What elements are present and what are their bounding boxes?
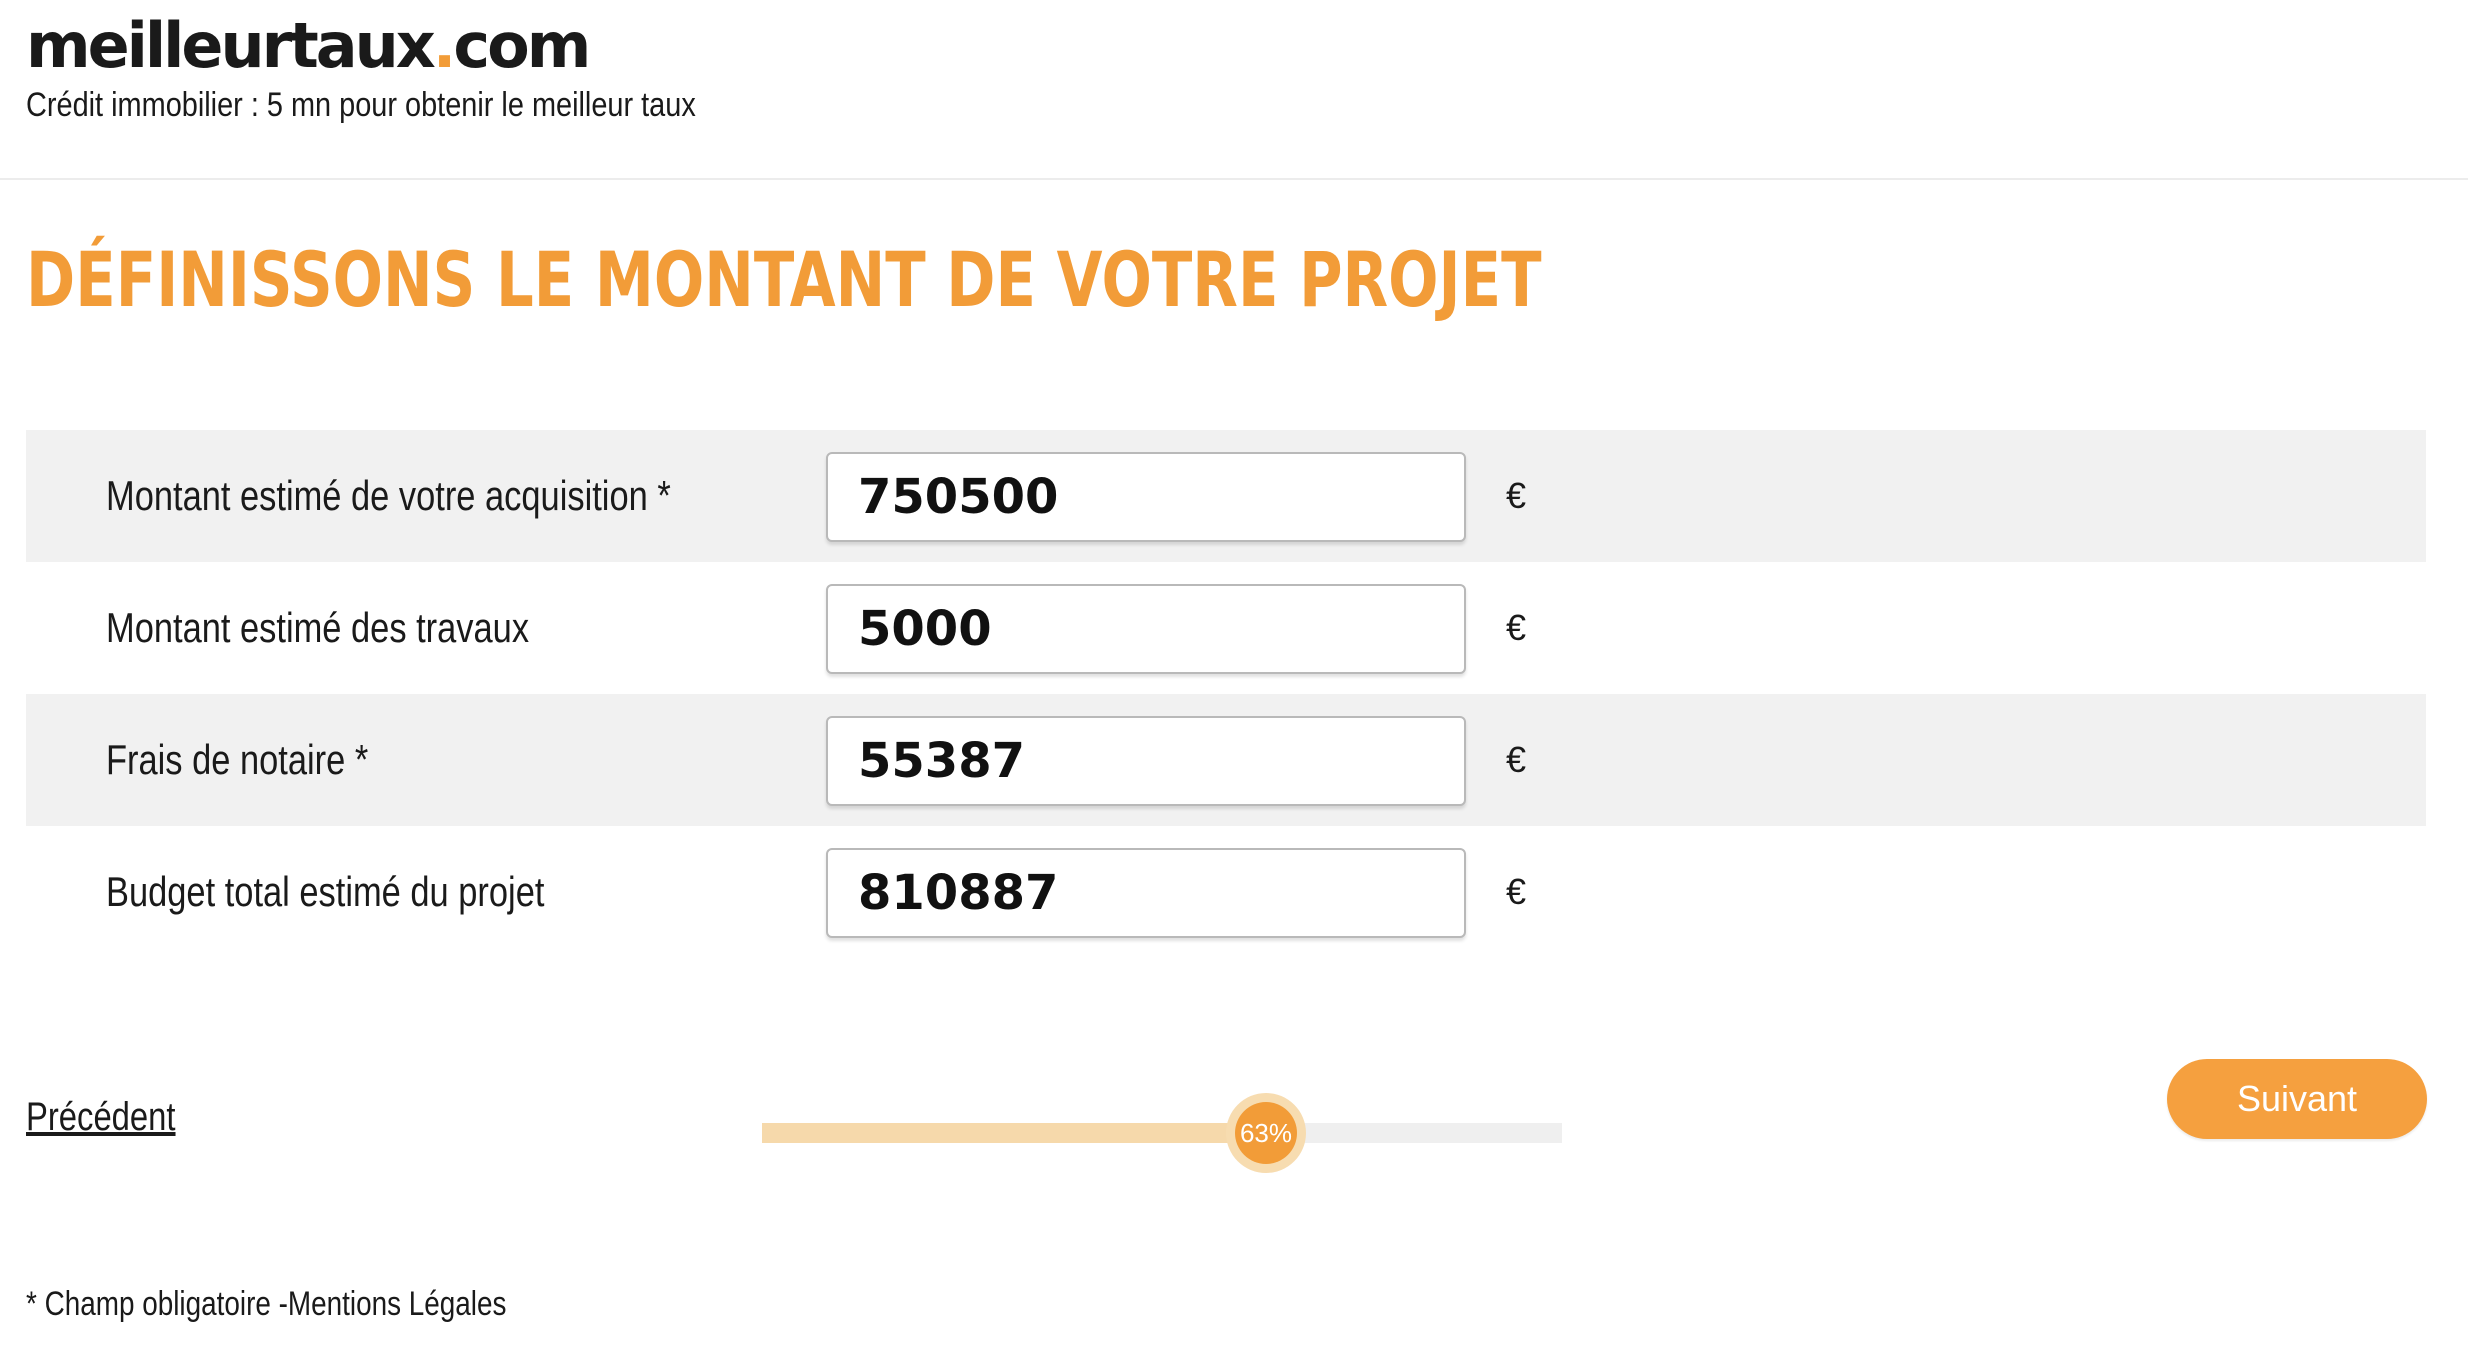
form-row-acquisition: Montant estimé de votre acquisition * €: [26, 430, 2426, 562]
previous-link[interactable]: Précédent: [26, 1095, 176, 1140]
works-currency: €: [1506, 607, 1527, 648]
form-row-total: Budget total estimé du projet €: [26, 826, 2426, 958]
progress-percent-label: 63%: [1235, 1102, 1297, 1164]
page-title: DÉFINISSONS LE MONTANT DE VOTRE PROJET: [26, 235, 1542, 324]
form-row-notary: Frais de notaire * €: [26, 694, 2426, 826]
acquisition-amount-input[interactable]: [826, 452, 1466, 542]
site-tagline: Crédit immobilier : 5 mn pour obtenir le…: [26, 86, 696, 124]
acquisition-currency: €: [1506, 475, 1527, 516]
next-button[interactable]: Suivant: [2167, 1059, 2427, 1139]
site-header: meilleurtaux.com Crédit immobilier : 5 m…: [0, 0, 2468, 180]
footer-note[interactable]: * Champ obligatoire -Mentions Légales: [26, 1285, 506, 1324]
logo-dot: .: [432, 9, 457, 82]
notary-fees-input[interactable]: [826, 716, 1466, 806]
total-currency: €: [1506, 871, 1527, 912]
site-logo[interactable]: meilleurtaux.com: [26, 6, 591, 86]
total-budget-label: Budget total estimé du projet: [106, 868, 545, 915]
works-label: Montant estimé des travaux: [106, 604, 530, 651]
logo-main: meilleurtaux: [26, 9, 436, 82]
logo-tld: com: [453, 9, 591, 82]
form-row-works: Montant estimé des travaux €: [26, 562, 2426, 694]
works-amount-input[interactable]: [826, 584, 1466, 674]
notary-currency: €: [1506, 739, 1527, 780]
notary-fees-label: Frais de notaire *: [106, 736, 369, 783]
progress-fill: [762, 1123, 1266, 1143]
progress-indicator: 63%: [1226, 1093, 1306, 1173]
total-budget-input[interactable]: [826, 848, 1466, 938]
project-amount-form: Montant estimé de votre acquisition * € …: [26, 430, 2426, 958]
acquisition-label: Montant estimé de votre acquisition *: [106, 472, 671, 519]
progress-track: [762, 1123, 1562, 1143]
